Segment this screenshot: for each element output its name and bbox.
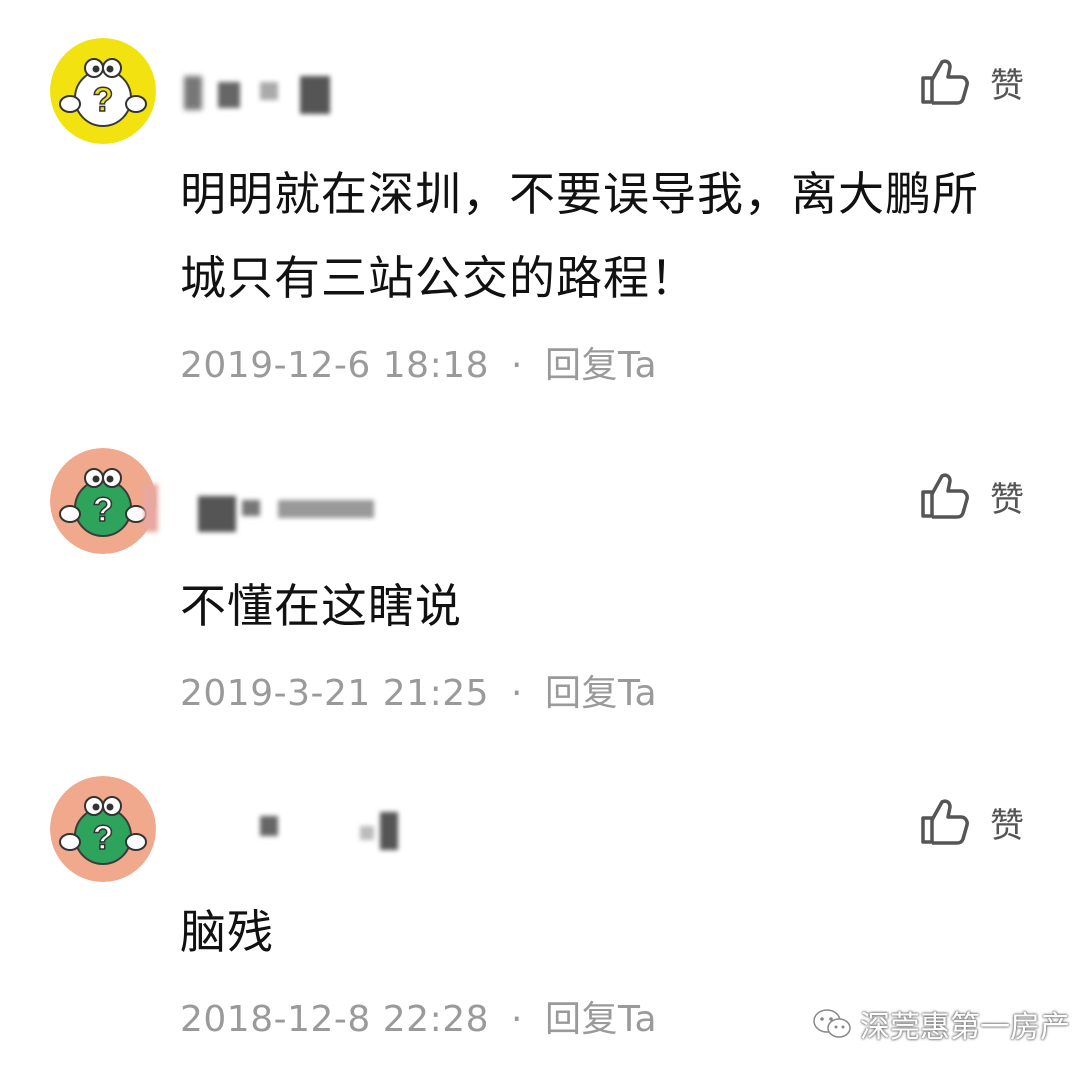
like-label: 赞 — [990, 805, 1025, 846]
like-button[interactable]: 赞 — [918, 466, 1038, 526]
avatar-question-mascot-icon: ? — [50, 448, 156, 554]
comment-meta: 2019-3-21 21:25 · 回复Ta — [180, 664, 657, 716]
username-redacted — [180, 808, 400, 868]
thumbs-up-icon — [921, 473, 969, 519]
comment-text: 脑残 — [180, 905, 274, 959]
wechat-logo-icon — [813, 1009, 851, 1038]
comment-timestamp: 2019-3-21 21:25 — [180, 673, 489, 714]
svg-text:?: ? — [93, 491, 114, 529]
comment-text: 不懂在这瞎说 — [180, 579, 462, 633]
watermark-text: 深莞惠第一房产 — [860, 1010, 1070, 1045]
comment-timestamp: 2019-12-6 18:18 — [180, 345, 489, 386]
watermark: 深莞惠第一房产 — [812, 1002, 1070, 1046]
comment-item: ? 赞 脑残 2018-12-8 22:28 · 回复Ta — [0, 0, 1080, 1040]
comment-meta: 2019-12-6 18:18 · 回复Ta — [180, 336, 657, 388]
separator-dot: · — [511, 345, 523, 386]
avatar[interactable]: ? — [50, 776, 156, 882]
username-redacted — [144, 478, 400, 538]
svg-text:?: ? — [93, 819, 114, 857]
reply-button[interactable]: 回复Ta — [545, 345, 657, 386]
avatar-question-mascot-icon: ? — [50, 776, 156, 882]
like-button[interactable]: 赞 — [918, 792, 1038, 852]
thumbs-up-icon — [921, 799, 969, 845]
separator-dot: · — [511, 673, 523, 714]
like-label: 赞 — [990, 479, 1025, 520]
comment-meta: 2018-12-8 22:28 · 回复Ta — [180, 990, 657, 1042]
reply-button[interactable]: 回复Ta — [545, 999, 657, 1040]
avatar[interactable]: ? — [50, 448, 156, 554]
comment-timestamp: 2018-12-8 22:28 — [180, 999, 489, 1040]
reply-button[interactable]: 回复Ta — [545, 673, 657, 714]
separator-dot: · — [511, 999, 523, 1040]
